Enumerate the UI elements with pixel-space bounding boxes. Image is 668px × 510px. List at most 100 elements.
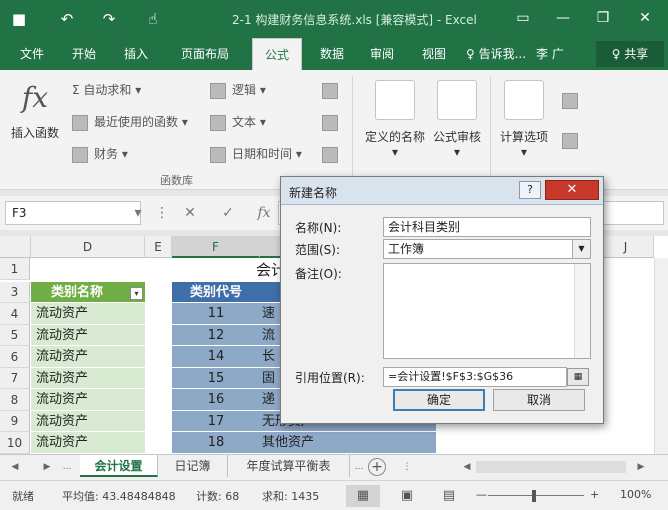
calculate-sheet-button[interactable] <box>562 130 584 150</box>
normal-view-button[interactable]: ▦ <box>346 485 380 507</box>
name-input[interactable]: 会计科目类别 <box>383 217 591 237</box>
collapse-dialog-icon[interactable]: ▦ <box>567 368 589 386</box>
tab-home[interactable]: 开始 <box>60 38 108 70</box>
scroll-right-icon[interactable]: ▶ <box>634 459 648 475</box>
calculate-now-button[interactable] <box>562 90 584 110</box>
tab-review[interactable]: 审阅 <box>358 38 406 70</box>
recent-functions-button[interactable]: 最近使用的函数 ▾ <box>72 112 188 132</box>
save-icon[interactable]: ■ <box>8 8 30 30</box>
table-cell[interactable]: 12 <box>172 325 260 346</box>
formula-auditing-button[interactable]: 公式审核 ▾ <box>428 80 486 159</box>
table-cell[interactable]: 18 <box>172 432 260 454</box>
table-header-cell[interactable]: 类别代号 <box>172 282 260 303</box>
autosum-button[interactable]: Σ 自动求和 ▾ <box>72 80 141 100</box>
tell-me-search[interactable]: ♀ 告诉我... <box>466 38 526 70</box>
select-all-corner[interactable] <box>0 236 31 258</box>
table-cell[interactable]: 流动资产 <box>31 303 145 325</box>
column-header-e[interactable]: E <box>145 236 172 258</box>
table-cell[interactable]: 11 <box>172 303 260 325</box>
sheet-more-icon[interactable]: ... <box>60 459 74 475</box>
table-cell[interactable]: 流动资产 <box>31 389 145 411</box>
add-sheet-button[interactable]: + <box>368 458 386 476</box>
row-header[interactable]: 7 <box>0 368 30 389</box>
table-header-cell[interactable]: 类别名称 <box>31 282 145 303</box>
sheet-tab-accounting-setup[interactable]: 会计设置 <box>80 455 158 477</box>
zoom-level[interactable]: 100% <box>620 488 651 501</box>
tab-file[interactable]: 文件 <box>8 38 56 70</box>
table-cell[interactable]: 流动资产 <box>31 368 145 389</box>
datetime-button[interactable]: 日期和时间 ▾ <box>210 144 302 164</box>
close-window-button[interactable]: ✕ <box>632 6 658 30</box>
restore-button[interactable]: ❐ <box>590 6 616 30</box>
text-functions-button[interactable]: 文本 ▾ <box>210 112 266 132</box>
column-header-d[interactable]: D <box>31 236 145 258</box>
scope-select[interactable]: 工作簿 ▼ <box>383 239 591 259</box>
define-name-button[interactable]: 定义的名称 ▾ <box>360 80 430 159</box>
help-button[interactable]: ? <box>519 181 541 199</box>
dropdown-arrow-icon[interactable]: ▼ <box>572 240 590 258</box>
row-header[interactable]: 10 <box>0 432 30 454</box>
table-cell[interactable]: 16 <box>172 389 260 411</box>
row-header[interactable]: 9 <box>0 411 30 432</box>
row-header[interactable]: 6 <box>0 346 30 368</box>
page-layout-view-button[interactable]: ▣ <box>390 485 424 507</box>
sheet-tabs-more-icon[interactable]: ... <box>352 459 366 475</box>
comment-scrollbar[interactable] <box>574 264 590 358</box>
touch-mode-icon[interactable]: ☝ <box>142 8 164 30</box>
tab-view[interactable]: 视图 <box>410 38 458 70</box>
table-cell[interactable]: 15 <box>172 368 260 389</box>
user-name[interactable]: 李 广 <box>536 38 564 70</box>
row-header[interactable]: 8 <box>0 389 30 411</box>
row-header[interactable]: 3 <box>0 282 30 303</box>
table-cell[interactable]: 其他资产 <box>260 432 436 454</box>
page-break-view-button[interactable]: ▤ <box>432 485 466 507</box>
vertical-scrollbar[interactable] <box>654 258 668 454</box>
scroll-left-icon[interactable]: ◀ <box>460 459 474 475</box>
sheet-prev-icon[interactable]: ◀ <box>8 459 22 475</box>
tab-data[interactable]: 数据 <box>308 38 356 70</box>
insert-function-button[interactable]: fx 插入函数 <box>6 80 64 141</box>
enter-button[interactable]: ✓ <box>216 203 240 223</box>
cancel-entry-button[interactable]: ✕ <box>178 203 202 223</box>
more-options-icon[interactable]: ⋮ <box>150 203 174 223</box>
zoom-slider-track[interactable] <box>488 495 584 496</box>
comment-textarea[interactable] <box>383 263 591 359</box>
minimize-button[interactable]: — <box>550 6 576 30</box>
sheet-next-icon[interactable]: ▶ <box>40 459 54 475</box>
horizontal-scrollbar[interactable] <box>476 461 626 473</box>
zoom-in-button[interactable]: + <box>590 488 599 501</box>
column-header-j[interactable]: J <box>598 236 654 258</box>
tab-split-handle-icon[interactable]: ⋮ <box>400 459 414 475</box>
financial-button[interactable]: 财务 ▾ <box>72 144 128 164</box>
table-cell[interactable]: 流动资产 <box>31 432 145 454</box>
tab-page-layout[interactable]: 页面布局 <box>166 38 244 70</box>
table-cell[interactable]: 14 <box>172 346 260 368</box>
tab-insert[interactable]: 插入 <box>112 38 160 70</box>
dialog-close-button[interactable]: ✕ <box>545 180 599 200</box>
row-header[interactable]: 5 <box>0 325 30 346</box>
row-header[interactable]: 1 <box>0 258 30 280</box>
name-box-dropdown-icon[interactable]: ▾ <box>126 203 150 223</box>
zoom-slider-thumb[interactable] <box>532 490 536 502</box>
tab-formulas[interactable]: 公式 <box>252 38 302 70</box>
redo-icon[interactable]: ↷ <box>98 8 120 30</box>
table-cell[interactable]: 流动资产 <box>31 411 145 432</box>
column-header-f[interactable]: F <box>172 236 260 258</box>
share-button[interactable]: ♀ 共享 <box>596 41 664 67</box>
table-cell[interactable]: 流动资产 <box>31 346 145 368</box>
refers-to-input[interactable]: =会计设置!$F$3:$G$36 <box>383 367 567 387</box>
calculation-options-button[interactable]: 计算选项 ▾ <box>494 80 554 159</box>
logical-button[interactable]: 逻辑 ▾ <box>210 80 266 100</box>
more-functions-button[interactable] <box>322 144 344 164</box>
sheet-tab-journal[interactable]: 日记簿 <box>158 455 228 477</box>
sheet-tab-trial-balance[interactable]: 年度试算平衡表 <box>228 455 350 477</box>
undo-icon[interactable]: ↶ <box>56 8 78 30</box>
table-cell[interactable]: 17 <box>172 411 260 432</box>
zoom-out-button[interactable]: — <box>476 488 487 501</box>
name-box[interactable]: F3 <box>5 201 141 225</box>
ok-button[interactable]: 确定 <box>393 389 485 411</box>
row-header[interactable]: 4 <box>0 303 30 325</box>
math-button[interactable] <box>322 112 344 132</box>
insert-function-icon[interactable]: fx <box>252 203 276 223</box>
dialog-title-bar[interactable]: 新建名称 ? ✕ <box>281 177 603 205</box>
